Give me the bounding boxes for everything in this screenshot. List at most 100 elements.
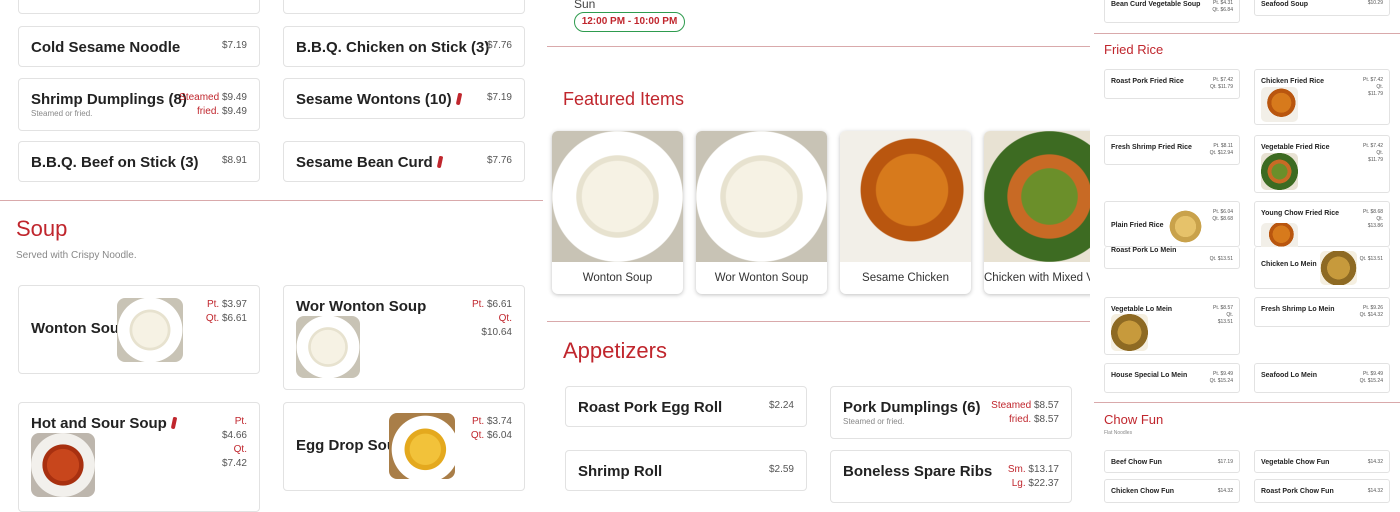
item-name: Roast Pork Lo Mein [1111, 247, 1177, 254]
item-description: Steamed or fried. [31, 109, 93, 118]
menu-item-beef-chow-fun[interactable]: Beef Chow Fun $17.19 [1104, 450, 1240, 473]
menu-item-pork-dumplings[interactable]: Pork Dumplings (6) Steamed or fried. Ste… [830, 386, 1072, 439]
menu-item-house-special-lo-mein[interactable]: House Special Lo Mein Pt. $9.49 Qt. $15.2… [1104, 363, 1240, 393]
item-name: Plain Fried Rice [1111, 222, 1164, 229]
item-price: $7.76 [486, 40, 512, 51]
chicken-fried-rice-image [1261, 87, 1298, 122]
item-name: Bean Curd Vegetable Soup [1111, 1, 1201, 8]
menu-item-fresh-shrimp-fried-rice[interactable]: Fresh Shrimp Fried Rice Pt. $8.11 Qt. $12… [1104, 135, 1240, 165]
menu-item-wor-wonton-soup[interactable]: Wor Wonton Soup Pt. $6.61 Qt. $10.64 [283, 285, 525, 390]
item-price: $10.29 [1367, 0, 1383, 6]
item-price: $14.32 [1367, 488, 1383, 494]
hours-badge: 12:00 PM - 10:00 PM [574, 12, 685, 32]
item-price-options: Pt. $6.61 Qt. $10.64 [471, 299, 512, 338]
menu-item-roast-pork-chow-fun[interactable]: Roast Pork Chow Fun $14.32 [1254, 479, 1390, 503]
menu-item-roast-pork-lo-mein[interactable]: Roast Pork Lo Mein Qt. $13.51 [1104, 247, 1240, 269]
item-name: Fresh Shrimp Fried Rice [1111, 144, 1192, 151]
menu-item-wonton-soup[interactable]: Wonton Soup Pt. $3.97 Qt. $6.61 [18, 285, 260, 374]
option-label: Steamed [179, 92, 220, 103]
featured-card[interactable]: Sesame Chicken [840, 131, 971, 294]
item-price: Pt. $9.26 Qt. $14.32 [1359, 305, 1383, 318]
item-price: Pt. $8.68 Qt. $13.86 [1362, 209, 1383, 229]
item-name: B.B.Q. Beef on Stick (3) [31, 154, 199, 171]
item-name: Shrimp Roll [578, 463, 663, 480]
featured-carousel[interactable]: Wonton Soup Wor Wonton Soup Sesame Chick… [547, 125, 1090, 300]
menu-item-card[interactable] [283, 0, 525, 14]
menu-item-chicken-fried-rice[interactable]: Chicken Fried Rice Pt. $7.42 Qt. $11.79 [1254, 69, 1390, 125]
featured-card[interactable]: Wonton Soup [552, 131, 683, 294]
section-title-fried-rice: Fried Rice [1104, 42, 1164, 57]
chicken-lo-mein-image [1320, 251, 1357, 285]
item-name: B.B.Q. Chicken on Stick (3) [296, 39, 490, 56]
menu-item-chicken-lo-mein[interactable]: Chicken Lo Mein Qt. $13.51 [1254, 247, 1390, 289]
featured-caption: Sesame Chicken [862, 272, 949, 284]
item-name: Shrimp Dumplings (8) [31, 91, 187, 108]
option-label: fried. [196, 106, 220, 117]
section-title-soup: Soup [16, 216, 68, 241]
menu-item-sesame-wontons[interactable]: Sesame Wontons (10) $7.19 [283, 78, 525, 119]
item-name: Hot and Sour Soup [31, 415, 178, 432]
section-divider [547, 46, 1090, 47]
spicy-pepper-icon [170, 416, 178, 430]
sesame-chicken-image [840, 131, 971, 262]
featured-caption: Chicken with Mixed Vegetables [984, 272, 1090, 284]
menu-item-hot-sour-soup[interactable]: Hot and Sour Soup Pt. $4.66 Qt. $7.42 [18, 402, 260, 512]
young-chow-fried-rice-image [1261, 223, 1298, 248]
menu-item-vegetable-fried-rice[interactable]: Vegetable Fried Rice Pt. $7.42 Qt. $11.79 [1254, 135, 1390, 193]
item-name: Seafood Soup [1261, 1, 1309, 8]
item-price: $17.19 [1217, 459, 1233, 465]
menu-item-seafood-lo-mein[interactable]: Seafood Lo Mein Pt. $9.49 Qt. $15.24 [1254, 363, 1390, 393]
featured-card[interactable]: Wor Wonton Soup [696, 131, 827, 294]
section-divider [1094, 402, 1400, 403]
menu-item-boneless-spare-ribs[interactable]: Boneless Spare Ribs Sm. $13.17 Lg. $22.3… [830, 450, 1072, 503]
item-price: Pt. $6.04 Qt. $8.68 [1212, 209, 1233, 222]
section-subtitle: Flat Noodles [1104, 430, 1133, 436]
item-price: $7.19 [221, 40, 247, 51]
menu-item-card[interactable] [18, 0, 260, 14]
menu-item-shrimp-roll[interactable]: Shrimp Roll $2.59 [565, 450, 807, 491]
menu-item-fresh-shrimp-lo-mein[interactable]: Fresh Shrimp Lo Mein Pt. $9.26 Qt. $14.32 [1254, 297, 1390, 327]
menu-item-vegetable-chow-fun[interactable]: Vegetable Chow Fun $14.32 [1254, 450, 1390, 473]
item-name: Wor Wonton Soup [296, 298, 427, 315]
item-name: Pork Dumplings (6) [843, 399, 981, 416]
item-name: Fresh Shrimp Lo Mein [1261, 306, 1335, 313]
item-price-options: Steamed $9.49 fried. $9.49 [179, 91, 247, 119]
wor-wonton-soup-image [296, 316, 360, 378]
item-name: Chicken Chow Fun [1111, 488, 1174, 495]
item-price: Qt. $13.51 [1209, 256, 1233, 262]
item-name: Seafood Lo Mein [1261, 372, 1317, 379]
menu-item-bean-curd-vegetable-soup[interactable]: Bean Curd Vegetable Soup Pt. $4.31 Qt. $6… [1104, 0, 1240, 23]
item-name: Young Chow Fried Rice [1261, 210, 1340, 217]
item-name: Sesame Bean Curd [296, 154, 443, 171]
menu-item-shrimp-dumplings[interactable]: Shrimp Dumplings (8) Steamed or fried. S… [18, 78, 260, 131]
menu-item-vegetable-lo-mein[interactable]: Vegetable Lo Mein Pt. $8.57 Qt. $13.51 [1104, 297, 1240, 355]
item-name: Roast Pork Fried Rice [1111, 78, 1184, 85]
menu-item-egg-drop-soup[interactable]: Egg Drop Soup Pt. $3.74 Qt. $6.04 [283, 402, 525, 491]
item-price-options: Steamed $8.57 fried. $8.57 [991, 400, 1059, 425]
item-name: Chicken Fried Rice [1261, 78, 1325, 85]
menu-item-plain-fried-rice[interactable]: Plain Fried Rice Pt. $6.04 Qt. $8.68 [1104, 201, 1240, 247]
item-name: Roast Pork Egg Roll [578, 399, 723, 416]
menu-item-sesame-bean-curd[interactable]: Sesame Bean Curd $7.76 [283, 141, 525, 182]
item-name: Vegetable Lo Mein [1111, 306, 1173, 313]
item-price-options: Pt. $4.66 Qt. $7.42 [221, 416, 247, 469]
featured-card[interactable]: Chicken with Mixed Vegetables [984, 131, 1090, 294]
menu-item-bbq-chicken-stick[interactable]: B.B.Q. Chicken on Stick (3) $7.76 [283, 26, 525, 67]
menu-item-chicken-chow-fun[interactable]: Chicken Chow Fun $14.32 [1104, 479, 1240, 503]
menu-item-seafood-soup[interactable]: Seafood Soup $10.29 [1254, 0, 1390, 16]
item-price: Pt. $9.49 Qt. $15.24 [1359, 371, 1383, 384]
vegetable-lo-mein-image [1111, 314, 1148, 351]
spicy-pepper-icon [436, 155, 443, 169]
menu-item-roast-pork-fried-rice[interactable]: Roast Pork Fried Rice Pt. $7.42 Qt. $11.7… [1104, 69, 1240, 99]
section-divider [0, 200, 543, 201]
wonton-soup-image [552, 131, 683, 262]
menu-item-cold-sesame-noodle[interactable]: Cold Sesame Noodle $7.19 [18, 26, 260, 67]
item-price: $7.76 [486, 155, 512, 166]
vegetable-fried-rice-image [1261, 153, 1298, 190]
menu-item-bbq-beef-stick[interactable]: B.B.Q. Beef on Stick (3) $8.91 [18, 141, 260, 182]
menu-item-roast-pork-egg-roll[interactable]: Roast Pork Egg Roll $2.24 [565, 386, 807, 427]
item-price: $14.32 [1367, 459, 1383, 465]
item-name: Sesame Wontons (10) [296, 91, 462, 108]
menu-item-young-chow-fried-rice[interactable]: Young Chow Fried Rice Pt. $8.68 Qt. $13.86 [1254, 201, 1390, 248]
chicken-mixed-vegetables-image [984, 131, 1090, 262]
